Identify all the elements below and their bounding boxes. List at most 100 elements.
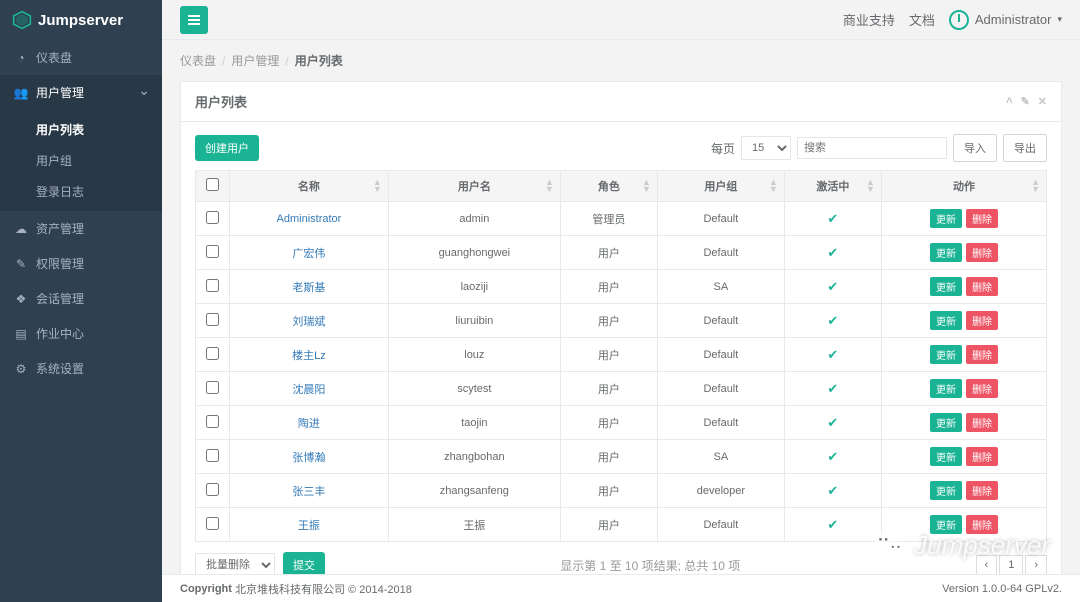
update-button[interactable]: 更新 <box>930 447 962 466</box>
search-input[interactable] <box>797 137 947 159</box>
breadcrumb-item[interactable]: 仪表盘 <box>180 52 216 69</box>
breadcrumb-current: 用户列表 <box>295 52 343 69</box>
cell-role: 用户 <box>560 236 657 270</box>
import-button[interactable]: 导入 <box>953 134 997 162</box>
delete-button[interactable]: 删除 <box>966 379 998 398</box>
select-all-checkbox[interactable] <box>206 178 219 191</box>
cell-active: ✔ <box>784 508 881 542</box>
sort-icon: ▲▼ <box>769 179 778 193</box>
row-checkbox[interactable] <box>206 381 219 394</box>
sidebar-item-edit[interactable]: ✎权限管理 <box>0 246 162 281</box>
wrench-icon[interactable]: ✎ <box>1021 95 1030 108</box>
delete-button[interactable]: 删除 <box>966 413 998 432</box>
update-button[interactable]: 更新 <box>930 311 962 330</box>
update-button[interactable]: 更新 <box>930 277 962 296</box>
delete-button[interactable]: 删除 <box>966 345 998 364</box>
dashboard-icon: ◔ <box>14 51 28 65</box>
user-name-link[interactable]: 广宏伟 <box>292 248 325 260</box>
delete-button[interactable]: 删除 <box>966 481 998 500</box>
collapse-icon[interactable]: ˄ <box>1006 95 1012 108</box>
user-name-link[interactable]: Administrator <box>277 213 342 225</box>
cell-active: ✔ <box>784 440 881 474</box>
cell-username: taojin <box>388 406 560 440</box>
sidebar-item-terminal[interactable]: ❖会话管理 <box>0 281 162 316</box>
cell-group: Default <box>657 406 784 440</box>
user-name-link[interactable]: 陶进 <box>298 418 320 430</box>
user-name-link[interactable]: 刘瑞斌 <box>292 316 325 328</box>
row-checkbox[interactable] <box>206 483 219 496</box>
table-row: 刘瑞斌liuruibin用户Default✔更新删除 <box>196 304 1047 338</box>
pager-page[interactable]: 1 <box>999 555 1023 575</box>
user-name-link[interactable]: 沈晨阳 <box>292 384 325 396</box>
user-name-link[interactable]: 王振 <box>298 520 320 532</box>
cell-active: ✔ <box>784 270 881 304</box>
cell-username: admin <box>388 202 560 236</box>
cell-group: Default <box>657 372 784 406</box>
topbar-link-docs[interactable]: 文档 <box>909 10 935 29</box>
cell-username: zhangsanfeng <box>388 474 560 508</box>
sidebar-item-cloud[interactable]: ☁资产管理 <box>0 211 162 246</box>
brand-logo[interactable]: Jumpserver <box>0 0 162 40</box>
row-checkbox[interactable] <box>206 279 219 292</box>
sidebar-item-dashboard[interactable]: ◔仪表盘 <box>0 40 162 75</box>
row-checkbox[interactable] <box>206 347 219 360</box>
per-page-select[interactable]: 15 <box>741 136 791 160</box>
update-button[interactable]: 更新 <box>930 413 962 432</box>
delete-button[interactable]: 删除 <box>966 243 998 262</box>
breadcrumb-item[interactable]: 用户管理 <box>231 52 279 69</box>
row-checkbox[interactable] <box>206 211 219 224</box>
table-row: 楼主Lzlouz用户Default✔更新删除 <box>196 338 1047 372</box>
update-button[interactable]: 更新 <box>930 345 962 364</box>
user-menu[interactable]: Administrator ▾ <box>949 10 1062 30</box>
close-icon[interactable]: ✕ <box>1038 95 1047 108</box>
copyright-text: 北京堆栈科技有限公司 © 2014-2018 <box>235 581 412 597</box>
user-name-link[interactable]: 老斯基 <box>292 282 325 294</box>
sidebar-item-tasks[interactable]: ▤作业中心 <box>0 316 162 351</box>
column-header[interactable]: 用户名▲▼ <box>388 171 560 202</box>
delete-button[interactable]: 删除 <box>966 209 998 228</box>
pager-prev[interactable]: ‹ <box>976 555 998 575</box>
row-checkbox[interactable] <box>206 449 219 462</box>
column-header[interactable]: 动作▲▼ <box>881 171 1046 202</box>
update-button[interactable]: 更新 <box>930 515 962 534</box>
delete-button[interactable]: 删除 <box>966 277 998 296</box>
column-header[interactable]: 用户组▲▼ <box>657 171 784 202</box>
update-button[interactable]: 更新 <box>930 379 962 398</box>
cell-username: scytest <box>388 372 560 406</box>
column-header[interactable]: 名称▲▼ <box>230 171 389 202</box>
delete-button[interactable]: 删除 <box>966 515 998 534</box>
cell-role: 用户 <box>560 338 657 372</box>
users-icon: 👥 <box>14 86 28 100</box>
sidebar-item-users[interactable]: 👥用户管理 <box>0 75 162 110</box>
cell-role: 用户 <box>560 440 657 474</box>
column-header[interactable]: 角色▲▼ <box>560 171 657 202</box>
sidebar-toggle[interactable] <box>180 6 208 34</box>
sidebar-subitem[interactable]: 用户组 <box>0 145 162 176</box>
power-icon <box>949 10 969 30</box>
cloud-icon: ☁ <box>14 222 28 236</box>
user-name-link[interactable]: 楼主Lz <box>292 350 326 362</box>
export-button[interactable]: 导出 <box>1003 134 1047 162</box>
cell-group: SA <box>657 440 784 474</box>
delete-button[interactable]: 删除 <box>966 311 998 330</box>
sidebar-item-settings[interactable]: ⚙系统设置 <box>0 351 162 386</box>
sidebar-subitem[interactable]: 登录日志 <box>0 176 162 207</box>
column-header[interactable]: 激活中▲▼ <box>784 171 881 202</box>
topbar: 商业支持 文档 Administrator ▾ <box>162 0 1080 40</box>
logo-icon <box>12 10 32 30</box>
delete-button[interactable]: 删除 <box>966 447 998 466</box>
user-name: Administrator <box>975 12 1052 27</box>
pager-next[interactable]: › <box>1025 555 1047 575</box>
sidebar-subitem[interactable]: 用户列表 <box>0 114 162 145</box>
update-button[interactable]: 更新 <box>930 481 962 500</box>
row-checkbox[interactable] <box>206 415 219 428</box>
update-button[interactable]: 更新 <box>930 243 962 262</box>
user-name-link[interactable]: 张博瀚 <box>292 452 325 464</box>
update-button[interactable]: 更新 <box>930 209 962 228</box>
topbar-link-support[interactable]: 商业支持 <box>843 10 895 29</box>
row-checkbox[interactable] <box>206 313 219 326</box>
create-user-button[interactable]: 创建用户 <box>195 135 259 161</box>
user-name-link[interactable]: 张三丰 <box>292 486 325 498</box>
row-checkbox[interactable] <box>206 517 219 530</box>
row-checkbox[interactable] <box>206 245 219 258</box>
